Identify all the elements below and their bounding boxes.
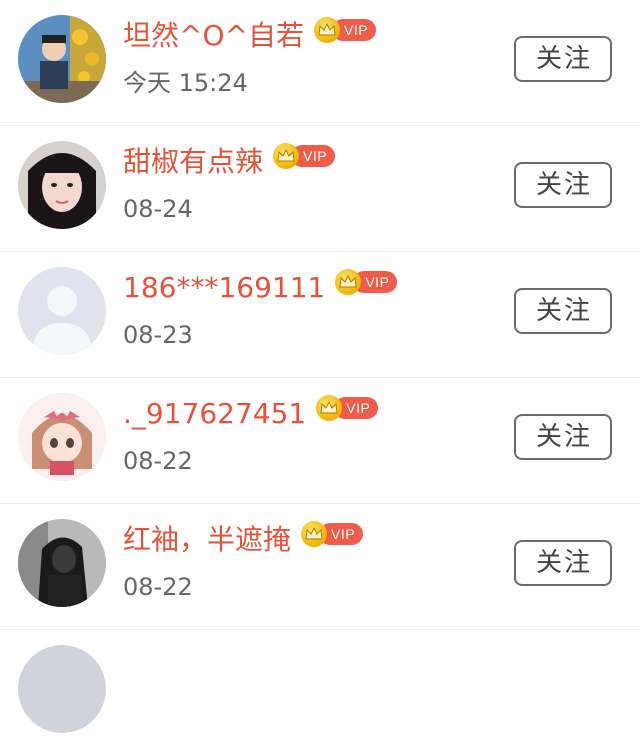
follow-button[interactable]: 关注 bbox=[514, 36, 612, 82]
user-name[interactable]: 186***169111 VIP bbox=[123, 266, 398, 310]
user-name-text: 坦然^O^自若 bbox=[123, 19, 304, 52]
avatar[interactable] bbox=[18, 267, 106, 355]
list-item[interactable]: 红袖，半遮掩 VIP 08-22 关注 bbox=[0, 504, 640, 630]
user-name[interactable]: 红袖，半遮掩 VIP bbox=[123, 518, 364, 562]
timestamp: 08-22 bbox=[123, 447, 193, 475]
user-name[interactable]: 甜椒有点辣 VIP bbox=[123, 140, 336, 184]
user-name-text: 甜椒有点辣 bbox=[123, 145, 264, 178]
follow-button[interactable]: 关注 bbox=[514, 162, 612, 208]
follow-button[interactable]: 关注 bbox=[514, 414, 612, 460]
avatar[interactable] bbox=[18, 393, 106, 481]
vip-badge: VIP bbox=[301, 521, 364, 547]
avatar bbox=[18, 645, 106, 733]
avatar[interactable] bbox=[18, 141, 106, 229]
user-name-text: 186***169111 bbox=[123, 271, 326, 304]
timestamp: 今天 15:24 bbox=[123, 69, 248, 97]
vip-badge: VIP bbox=[313, 17, 377, 43]
timestamp: 08-22 bbox=[123, 573, 193, 601]
follow-button[interactable]: 关注 bbox=[514, 288, 612, 334]
vip-badge: VIP bbox=[335, 269, 398, 295]
avatar[interactable] bbox=[18, 519, 106, 607]
user-name[interactable]: 坦然^O^自若 VIP bbox=[123, 14, 377, 58]
user-name-text: ._917627451 bbox=[123, 397, 307, 430]
vip-badge: VIP bbox=[273, 143, 336, 169]
list-item[interactable]: 甜椒有点辣 VIP 08-24 关注 bbox=[0, 126, 640, 252]
list-item[interactable]: 坦然^O^自若 VIP 今天 15:24 关注 bbox=[0, 0, 640, 126]
user-name-text: 红袖，半遮掩 bbox=[123, 523, 292, 556]
follow-button[interactable]: 关注 bbox=[514, 540, 612, 586]
timestamp: 08-23 bbox=[123, 321, 193, 349]
crown-icon bbox=[313, 17, 340, 43]
crown-icon bbox=[273, 143, 300, 169]
list-item[interactable]: ._917627451 VIP 08-22 关注 bbox=[0, 378, 640, 504]
timestamp: 08-24 bbox=[123, 195, 193, 223]
follow-list: 坦然^O^自若 VIP 今天 15:24 关注 甜椒有点辣 VIP 08-24 … bbox=[0, 0, 640, 733]
user-name[interactable]: ._917627451 VIP bbox=[123, 392, 379, 436]
avatar[interactable] bbox=[18, 15, 106, 103]
crown-icon bbox=[301, 521, 328, 547]
vip-badge: VIP bbox=[316, 395, 379, 421]
list-item[interactable]: 186***169111 VIP 08-23 关注 bbox=[0, 252, 640, 378]
